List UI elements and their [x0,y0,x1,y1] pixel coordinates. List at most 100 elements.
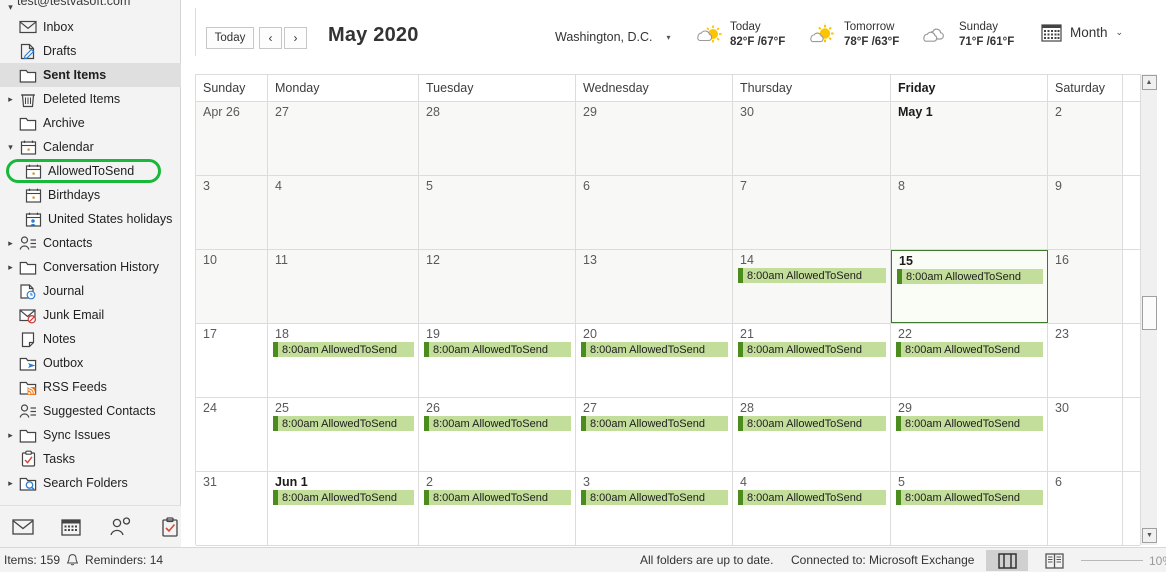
appointment-item[interactable]: 8:00am AllowedToSend [581,416,728,431]
day-cell[interactable]: 22 8:00am AllowedToSend [891,324,1048,397]
chevron-right-icon[interactable]: ▸ [4,231,17,255]
weather-tomorrow[interactable]: Tomorrow 78°F /63°F [808,20,899,50]
appointment-item[interactable]: 8:00am AllowedToSend [273,416,414,431]
day-cell[interactable]: 24 [196,398,268,471]
day-cell[interactable]: Jun 1 8:00am AllowedToSend [268,472,419,545]
chevron-down-icon[interactable]: ▾ [667,33,671,42]
weather-sunday[interactable]: Sunday 71°F /61°F [921,20,1014,50]
sidebar-item-conversation-history[interactable]: ▸ Conversation History [0,255,181,279]
day-cell[interactable]: 6 [1048,472,1123,545]
day-cell[interactable]: 10 [196,250,268,323]
chevron-right-icon[interactable]: ▸ [4,471,17,495]
month-grid[interactable]: Sunday Monday Tuesday Wednesday Thursday Frid… [195,74,1140,546]
chevron-right-icon[interactable]: ▸ [4,255,17,279]
scroll-down-button[interactable]: ▼ [1142,528,1157,543]
day-cell[interactable]: 6 [576,176,733,249]
appointment-item[interactable]: 8:00am AllowedToSend [273,490,414,505]
sidebar-item-allowedtosend[interactable]: AllowedToSend [0,159,181,183]
day-cell[interactable]: 2 [1048,102,1123,175]
sidebar-item-rss-feeds[interactable]: ▸RSS Feeds [0,375,181,399]
week-rows[interactable]: Apr 26 27 28 29 30 May 1 2 3 4 5 6 7 8 9 10 11 12 13 14 8:0… [196,102,1140,546]
calendar-vertical-scrollbar[interactable]: ▲ ▼ [1140,74,1157,545]
scrollbar-thumb[interactable] [1142,296,1157,330]
sidebar-item-journal[interactable]: ▸Journal [0,279,181,303]
day-cell[interactable]: 30 [1048,398,1123,471]
sidebar-item-archive[interactable]: ▸Archive [0,111,181,135]
sidebar-item-contacts[interactable]: ▸ Contacts [0,231,181,255]
day-cell[interactable]: 19 8:00am AllowedToSend [419,324,576,397]
normal-view-icon[interactable] [986,550,1028,571]
today-button[interactable]: Today [206,27,254,49]
appointment-item[interactable]: 8:00am AllowedToSend [424,490,571,505]
day-cell[interactable]: 21 8:00am AllowedToSend [733,324,891,397]
day-cell-today[interactable]: 15 8:00am AllowedToSend [891,250,1048,323]
day-cell[interactable]: 27 8:00am AllowedToSend [576,398,733,471]
day-cell[interactable]: 12 [419,250,576,323]
day-cell[interactable]: 26 8:00am AllowedToSend [419,398,576,471]
day-cell[interactable]: 30 [733,102,891,175]
scroll-up-button[interactable]: ▲ [1141,75,1157,90]
day-cell[interactable]: 16 [1048,250,1123,323]
appointment-item[interactable]: 8:00am AllowedToSend [896,490,1043,505]
module-switcher-bar[interactable] [0,505,181,547]
day-cell[interactable]: 11 [268,250,419,323]
sidebar-item-birthdays[interactable]: Birthdays [0,183,181,207]
date-navigation-group[interactable]: Today ‹ › [206,27,307,49]
day-cell[interactable]: 28 8:00am AllowedToSend [733,398,891,471]
chevron-right-icon[interactable]: ▸ [4,423,17,447]
day-cell[interactable]: Apr 26 [196,102,268,175]
day-cell[interactable]: 5 [419,176,576,249]
folder-tree[interactable]: ▾ test@testvasoft.com ▸Inbox▸Drafts▸Sent… [0,0,181,505]
day-cell[interactable]: 3 [196,176,268,249]
previous-month-button[interactable]: ‹ [259,27,282,49]
appointment-item[interactable]: 8:00am AllowedToSend [581,342,728,357]
sidebar-item-junk-email[interactable]: ▸Junk Email [0,303,181,327]
sidebar-item-inbox[interactable]: ▸Inbox [0,15,181,39]
appointment-item[interactable]: 8:00am AllowedToSend [896,416,1043,431]
appointment-item[interactable]: 8:00am AllowedToSend [738,268,886,283]
view-selector[interactable]: Month ⌄ [1041,23,1123,42]
day-cell[interactable]: 18 8:00am AllowedToSend [268,324,419,397]
day-cell[interactable]: 20 8:00am AllowedToSend [576,324,733,397]
chevron-down-icon[interactable]: ▾ [4,2,17,13]
day-cell[interactable]: 27 [268,102,419,175]
day-cell[interactable]: 17 [196,324,268,397]
day-cell[interactable]: 9 [1048,176,1123,249]
appointment-item[interactable]: 8:00am AllowedToSend [897,269,1043,284]
zoom-slider[interactable]: 10% [1081,548,1166,572]
sidebar-item-deleted-items[interactable]: ▸ Deleted Items [0,87,181,111]
appointment-item[interactable]: 8:00am AllowedToSend [581,490,728,505]
zoom-slider-track[interactable] [1081,560,1143,561]
sidebar-item-sync-issues[interactable]: ▸ Sync Issues [0,423,181,447]
day-cell[interactable]: 29 [576,102,733,175]
sidebar-item-sent-items[interactable]: ▸Sent Items [0,63,181,87]
sidebar-item-notes[interactable]: ▸Notes [0,327,181,351]
day-cell[interactable]: 31 [196,472,268,545]
appointment-item[interactable]: 8:00am AllowedToSend [273,342,414,357]
weather-location-selector[interactable]: Washington, D.C. ▾ [555,30,671,44]
appointment-item[interactable]: 8:00am AllowedToSend [424,342,571,357]
day-cell[interactable]: May 1 [891,102,1048,175]
appointment-item[interactable]: 8:00am AllowedToSend [738,416,886,431]
day-cell[interactable]: 8 [891,176,1048,249]
sidebar-item-outbox[interactable]: ▸Outbox [0,351,181,375]
day-cell[interactable]: 29 8:00am AllowedToSend [891,398,1048,471]
sidebar-item-drafts[interactable]: ▸Drafts [0,39,181,63]
sidebar-item-tasks[interactable]: ▸Tasks [0,447,181,471]
day-cell[interactable]: 4 8:00am AllowedToSend [733,472,891,545]
day-cell[interactable]: 7 [733,176,891,249]
sidebar-item-search-folders[interactable]: ▸ Search Folders [0,471,181,495]
day-cell[interactable]: 23 [1048,324,1123,397]
day-cell[interactable]: 4 [268,176,419,249]
weather-today[interactable]: Today 82°F /67°F [694,20,785,50]
appointment-item[interactable]: 8:00am AllowedToSend [738,342,886,357]
day-cell[interactable]: 2 8:00am AllowedToSend [419,472,576,545]
day-cell[interactable]: 28 [419,102,576,175]
day-cell[interactable]: 25 8:00am AllowedToSend [268,398,419,471]
chevron-down-icon[interactable]: ▾ [4,135,17,159]
tasks-icon[interactable] [159,515,181,539]
appointment-item[interactable]: 8:00am AllowedToSend [896,342,1043,357]
appointment-item[interactable]: 8:00am AllowedToSend [424,416,571,431]
account-row[interactable]: ▾ test@testvasoft.com [0,0,181,15]
chevron-down-icon[interactable]: ⌄ [1116,27,1124,38]
